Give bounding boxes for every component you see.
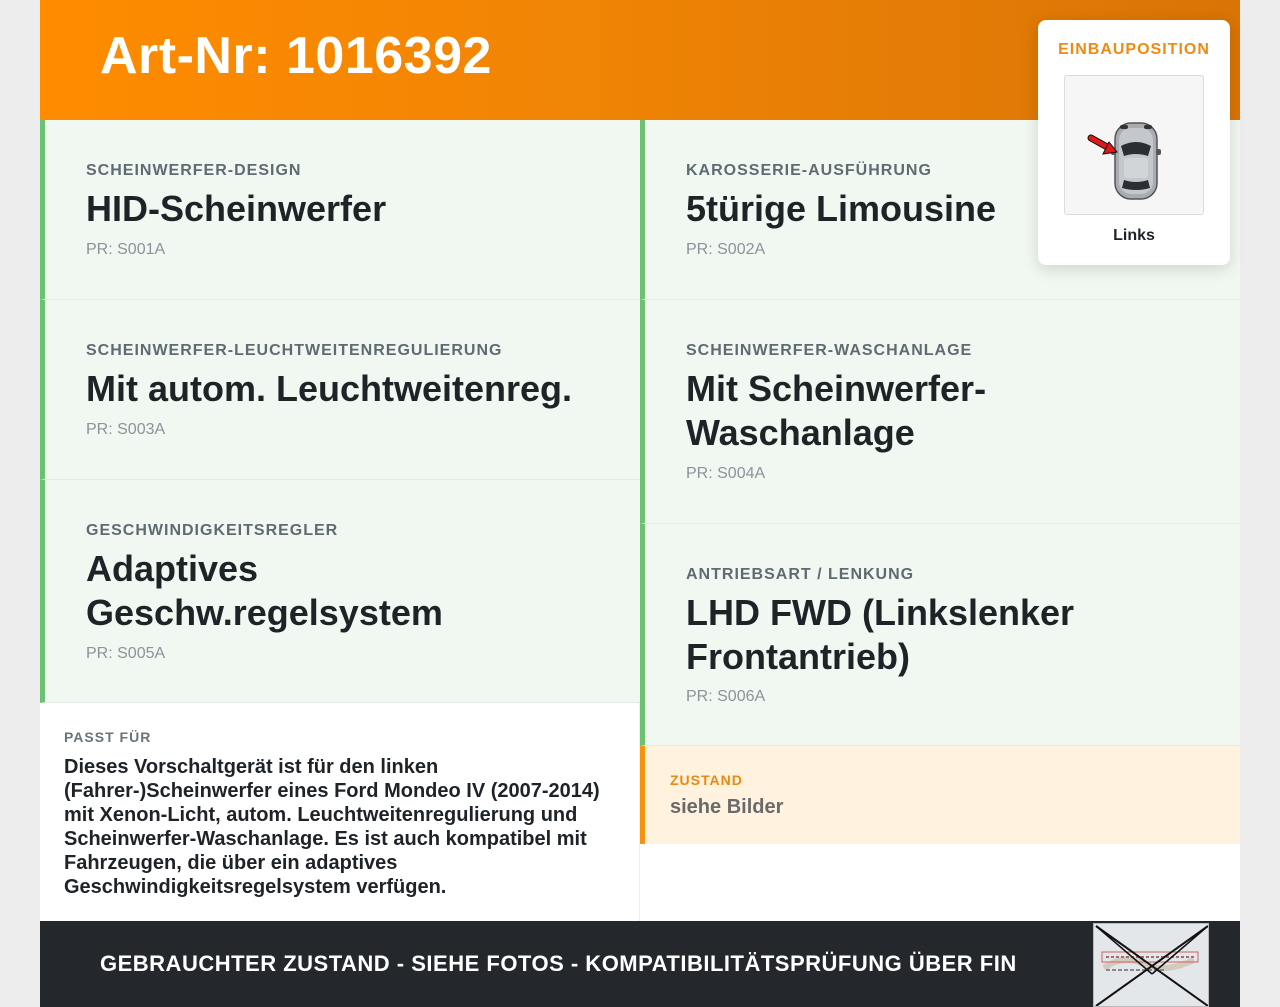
product-sheet: Art-Nr: 1016392 SCHEINWERFER-DESIGN HID-… (40, 0, 1240, 1007)
footer-notice: GEBRAUCHTER ZUSTAND - SIEHE FOTOS - KOMP… (100, 951, 1017, 976)
spec-headlight-leveling: SCHEINWERFER-LEUCHTWEITENREGULIERUNG Mit… (40, 300, 640, 480)
spec-label: SCHEINWERFER-WASCHANLAGE (686, 342, 973, 359)
install-position-side: Links (1113, 227, 1155, 244)
spec-drive-steering: ANTRIEBSART / LENKUNG LHD FWD (Linkslenk… (640, 524, 1240, 746)
fits-for-section: PASST FÜR Dieses Vorschaltgerät ist für … (40, 703, 640, 921)
install-position-card: EINBAUPOSITION Links (1038, 20, 1230, 265)
spec-headlight-design: SCHEINWERFER-DESIGN HID-Scheinwerfer PR:… (40, 120, 640, 300)
car-position-diagram (1064, 75, 1204, 215)
spec-pr-code: PR: S003A (86, 421, 166, 438)
spec-label: GESCHWINDIGKEITSREGLER (86, 522, 339, 539)
spec-value: 5türige Limousine (686, 188, 997, 229)
spec-pr-code: PR: S004A (686, 465, 766, 482)
footer-bar: GEBRAUCHTER ZUSTAND - SIEHE FOTOS - KOMP… (40, 921, 1240, 1007)
condition-value: siehe Bilder (670, 796, 784, 818)
spec-headlight-washer: SCHEINWERFER-WASCHANLAGE Mit Scheinwerfe… (640, 300, 1240, 524)
car-top-view-icon (1087, 122, 1161, 200)
spec-cruise-control: GESCHWINDIGKEITSREGLER Adaptives Geschw.… (40, 480, 640, 703)
install-position-label: EINBAUPOSITION (1058, 41, 1210, 58)
spec-pr-code: PR: S001A (86, 241, 166, 258)
fits-for-label: PASST FÜR (64, 729, 152, 745)
spec-value: Mit Scheinwerfer-Waschanlage (686, 368, 987, 453)
spec-pr-code: PR: S005A (86, 645, 166, 662)
label-photo-icon (1094, 924, 1208, 1006)
spec-label: SCHEINWERFER-LEUCHTWEITENREGULIERUNG (86, 342, 503, 359)
fits-for-description: Dieses Vorschaltgerät ist für den linken… (64, 756, 600, 898)
spec-value: Mit autom. Leuchtweitenreg. (86, 368, 573, 409)
condition-label: ZUSTAND (670, 772, 743, 788)
spec-label: ANTRIEBSART / LENKUNG (686, 566, 915, 583)
condition-section: ZUSTAND siehe Bilder (640, 746, 1240, 844)
spec-label: SCHEINWERFER-DESIGN (86, 162, 302, 179)
spec-value: LHD FWD (Linkslenker Frontantrieb) (686, 592, 1075, 677)
spec-pr-code: PR: S002A (686, 241, 766, 258)
article-number-title: Art-Nr: 1016392 (100, 27, 492, 85)
spec-value: HID-Scheinwerfer (86, 188, 387, 229)
spec-value: Adaptives Geschw.regelsystem (86, 548, 443, 633)
label-photo-thumbnail (1093, 923, 1209, 1007)
spec-label: KAROSSERIE-AUSFÜHRUNG (686, 162, 932, 179)
spec-pr-code: PR: S006A (686, 688, 766, 705)
